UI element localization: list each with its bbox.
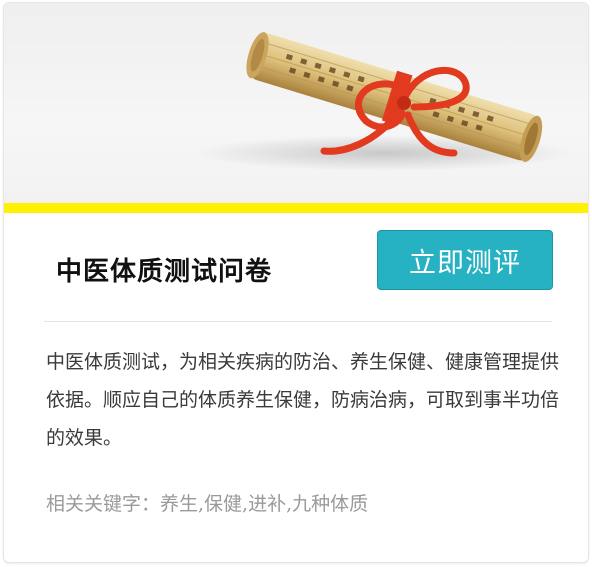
card-title: 中医体质测试问卷 <box>56 257 273 287</box>
scroll-icon <box>194 32 574 171</box>
divider <box>44 321 552 322</box>
hero-image <box>4 3 588 203</box>
card-description: 中医体质测试，为相关疾病的防治、养生保健、健康管理提供依据。顺应自己的体质养生保… <box>46 351 560 449</box>
card-keywords: 相关关键字：养生,保健,进补,九种体质 <box>46 493 369 515</box>
questionnaire-card: 中医体质测试问卷 立即测评 中医体质测试，为相关疾病的防治、养生保健、健康管理提… <box>3 2 589 563</box>
start-assessment-button[interactable]: 立即测评 <box>377 230 553 290</box>
accent-bar <box>4 203 588 213</box>
